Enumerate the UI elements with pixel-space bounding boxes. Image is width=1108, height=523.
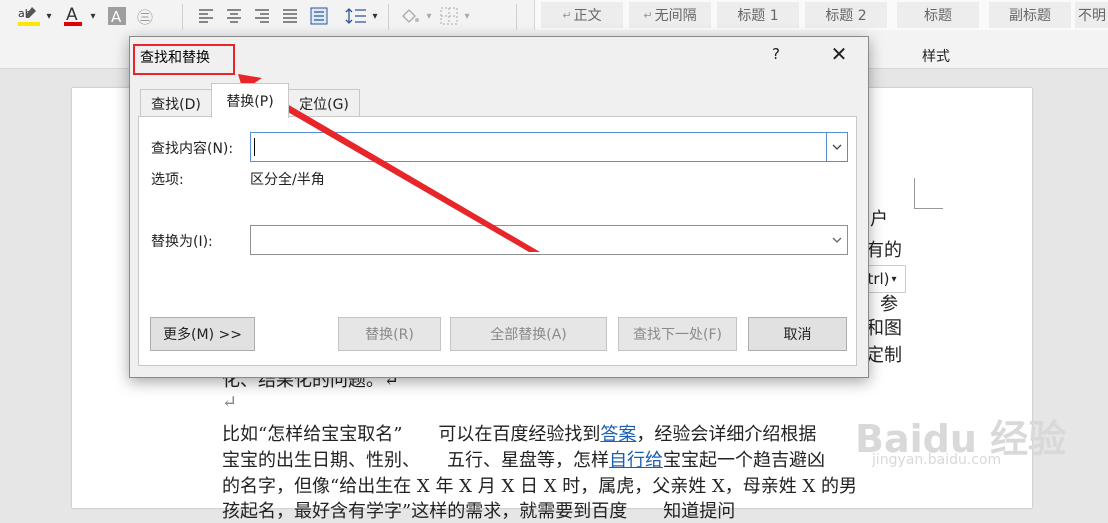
tab-replace[interactable]: 替换(P): [211, 83, 289, 118]
annotation-arrow-icon: [238, 74, 540, 252]
